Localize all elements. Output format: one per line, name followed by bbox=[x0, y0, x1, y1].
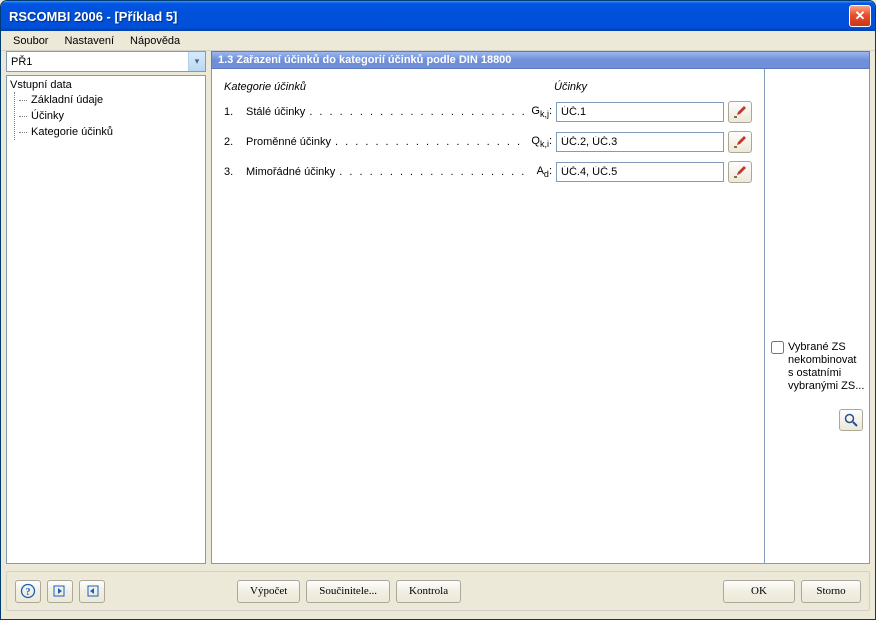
cancel-button[interactable]: Storno bbox=[801, 580, 861, 603]
main-panel: Kategorie účinků Účinky 1. Stálé účinky … bbox=[211, 69, 765, 564]
effects-input-1[interactable] bbox=[556, 102, 724, 122]
close-button[interactable]: ✕ bbox=[849, 5, 871, 27]
row-num: 2. bbox=[224, 136, 246, 148]
window-title: RSCOMBI 2006 - [Příklad 5] bbox=[9, 9, 849, 24]
tree-root-item[interactable]: Vstupní data bbox=[8, 78, 204, 92]
menu-napoveda[interactable]: Nápověda bbox=[122, 33, 188, 49]
table-row: 1. Stálé účinky . . . . . . . . . . . . … bbox=[224, 101, 752, 123]
side-panel: Vybrané ZS nekombinovat s ostatními vybr… bbox=[765, 69, 870, 564]
table-header: Kategorie účinků Účinky bbox=[224, 81, 752, 93]
menubar: Soubor Nastavení Nápověda bbox=[1, 31, 875, 51]
pick-button-2[interactable] bbox=[728, 131, 752, 153]
pick-button-1[interactable] bbox=[728, 101, 752, 123]
nocombine-option[interactable]: Vybrané ZS nekombinovat s ostatními vybr… bbox=[771, 341, 865, 393]
help-button[interactable]: ? bbox=[15, 580, 41, 603]
close-icon: ✕ bbox=[855, 8, 866, 24]
arrow-left-icon bbox=[52, 583, 68, 599]
left-column: PŘ1 ▾ Vstupní data Základní údaje Účinky… bbox=[6, 51, 206, 564]
row-num: 3. bbox=[224, 166, 246, 178]
table-row: 2. Proměnné účinky . . . . . . . . . . .… bbox=[224, 131, 752, 153]
right-column: 1.3 Zařazení účinků do kategorií účinků … bbox=[211, 51, 870, 564]
menu-nastaveni[interactable]: Nastavení bbox=[56, 33, 122, 49]
row-label: Stálé účinky bbox=[246, 106, 309, 118]
eyedropper-icon bbox=[732, 104, 748, 120]
header-kategorie: Kategorie účinků bbox=[224, 81, 306, 93]
effects-input-2[interactable] bbox=[556, 132, 724, 152]
pick-button-3[interactable] bbox=[728, 161, 752, 183]
table-row: 3. Mimořádné účinky . . . . . . . . . . … bbox=[224, 161, 752, 183]
calculate-button[interactable]: Výpočet bbox=[237, 580, 300, 603]
nav-tree[interactable]: Vstupní data Základní údaje Účinky Kateg… bbox=[6, 75, 206, 564]
content-area: PŘ1 ▾ Vstupní data Základní údaje Účinky… bbox=[6, 51, 870, 564]
arrow-right-icon bbox=[84, 583, 100, 599]
nocombine-label: Vybrané ZS nekombinovat s ostatními vybr… bbox=[788, 341, 865, 393]
chevron-down-icon: ▾ bbox=[188, 52, 205, 71]
leader-dots: . . . . . . . . . . . . . . . . . . . . … bbox=[335, 136, 526, 148]
effects-input-3[interactable] bbox=[556, 162, 724, 182]
row-symbol: Gk,j: bbox=[526, 105, 556, 119]
panel-title: 1.3 Zařazení účinků do kategorií účinků … bbox=[211, 51, 870, 69]
magnifier-icon bbox=[843, 412, 859, 428]
bottom-toolbar: ? Výpočet Součinitele... Kontrola OK Sto… bbox=[6, 571, 870, 611]
prev-section-button[interactable] bbox=[47, 580, 73, 603]
row-num: 1. bbox=[224, 106, 246, 118]
eyedropper-icon bbox=[732, 164, 748, 180]
nocombine-checkbox[interactable] bbox=[771, 341, 784, 354]
leader-dots: . . . . . . . . . . . . . . . . . . . . … bbox=[309, 106, 526, 118]
tree-item-ucinky[interactable]: Účinky bbox=[29, 109, 66, 123]
tree-children: Základní údaje Účinky Kategorie účinků bbox=[14, 92, 204, 140]
eyedropper-icon bbox=[732, 134, 748, 150]
check-button[interactable]: Kontrola bbox=[396, 580, 461, 603]
svg-text:?: ? bbox=[26, 587, 31, 598]
tree-item-kategorie[interactable]: Kategorie účinků bbox=[29, 125, 115, 139]
next-section-button[interactable] bbox=[79, 580, 105, 603]
titlebar: RSCOMBI 2006 - [Příklad 5] ✕ bbox=[1, 1, 875, 31]
leader-dots: . . . . . . . . . . . . . . . . . . . . … bbox=[339, 166, 526, 178]
details-button[interactable] bbox=[839, 409, 863, 431]
header-ucinky: Účinky bbox=[554, 81, 587, 93]
row-symbol: Qk,i: bbox=[526, 135, 556, 149]
row-label: Mimořádné účinky bbox=[246, 166, 339, 178]
row-label: Proměnné účinky bbox=[246, 136, 335, 148]
menu-soubor[interactable]: Soubor bbox=[5, 33, 56, 49]
panel-body: Kategorie účinků Účinky 1. Stálé účinky … bbox=[211, 69, 870, 564]
coefficients-button[interactable]: Součinitele... bbox=[306, 580, 390, 603]
dropdown-selected: PŘ1 bbox=[11, 56, 188, 68]
app-window: RSCOMBI 2006 - [Příklad 5] ✕ Soubor Nast… bbox=[0, 0, 876, 620]
row-symbol: Ad: bbox=[526, 165, 556, 179]
ok-button[interactable]: OK bbox=[723, 580, 795, 603]
help-icon: ? bbox=[20, 583, 36, 599]
tree-item-zakladni[interactable]: Základní údaje bbox=[29, 93, 105, 107]
case-dropdown[interactable]: PŘ1 ▾ bbox=[6, 51, 206, 72]
